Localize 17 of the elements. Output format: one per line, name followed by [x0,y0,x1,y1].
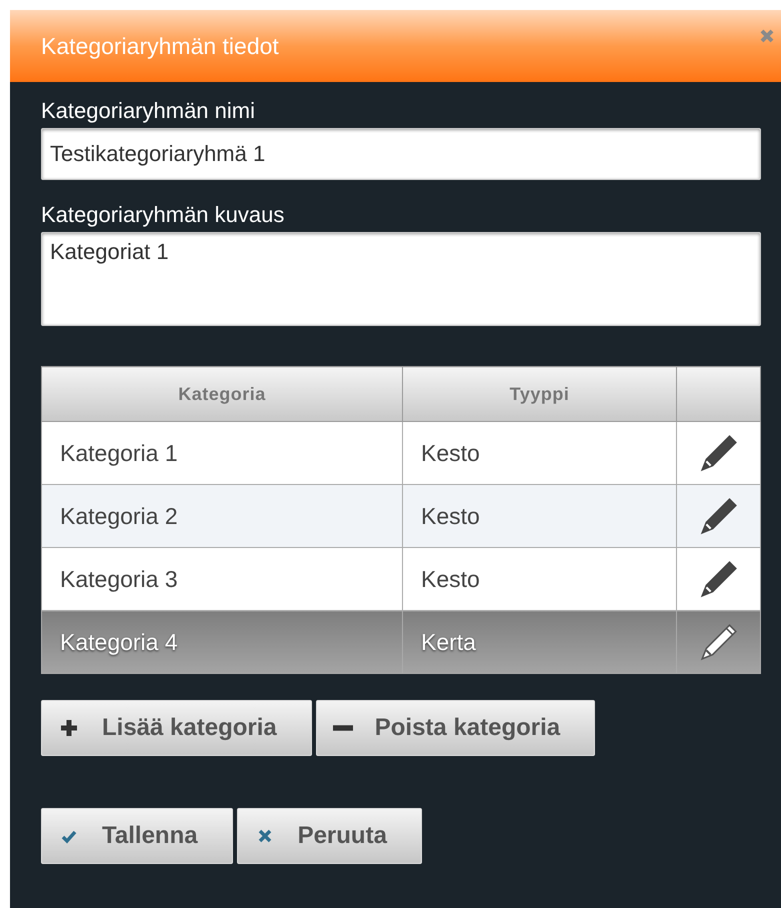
description-field[interactable]: Kategoriat 1 [41,232,761,326]
name-field[interactable]: Testikategoriaryhmä 1 [41,128,761,180]
cancel-button[interactable]: Peruuta [236,808,422,864]
dialog-title: Kategoriaryhmän tiedot [41,32,279,60]
table-cell[interactable]: Kesto [402,548,676,610]
plus-icon [58,717,80,739]
table-cell[interactable]: Kategoria 2 [42,484,402,548]
minus-icon [332,725,353,731]
table-cell[interactable]: Kategoria 3 [42,548,402,610]
remove-button[interactable]: Poista kategoria [316,700,596,756]
field-label: Kategoriaryhmän nimi [41,98,256,124]
field-label: Kategoriaryhmän kuvaus [41,202,286,228]
table-cell[interactable]: Kesto [402,422,676,484]
table-cell[interactable]: Kategoria 1 [42,422,402,484]
add-button[interactable]: Lisää kategoria [41,700,312,756]
table-cell[interactable]: Kesto [402,484,676,548]
save-button[interactable]: Tallenna [41,808,233,864]
